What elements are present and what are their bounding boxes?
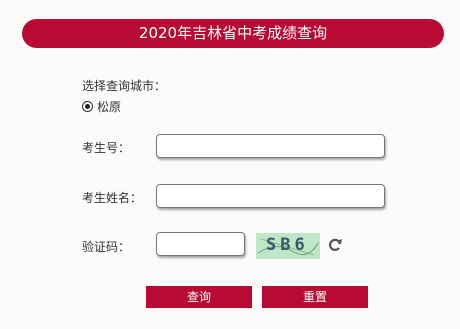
reset-button[interactable]: 重置 xyxy=(262,286,368,308)
radio-selected-icon[interactable] xyxy=(82,100,93,112)
student-name-input[interactable] xyxy=(156,184,385,208)
captcha-image[interactable]: SB6 xyxy=(256,233,320,259)
exam-number-input[interactable] xyxy=(156,134,385,158)
refresh-icon[interactable] xyxy=(326,236,344,254)
captcha-label: 验证码： xyxy=(82,240,131,254)
captcha-text: SB6 xyxy=(266,235,309,255)
student-name-label: 考生姓名： xyxy=(82,191,143,205)
page-title: 2020年吉林省中考成绩查询 xyxy=(22,19,444,48)
refresh-icon-svg xyxy=(328,238,342,251)
city-option-label: 松原 xyxy=(97,99,122,114)
city-option-songyuan[interactable]: 松原 xyxy=(82,98,121,114)
query-button[interactable]: 查询 xyxy=(146,286,252,308)
exam-number-label: 考生号： xyxy=(82,141,131,155)
captcha-input[interactable] xyxy=(156,232,245,256)
city-select-label: 选择查询城市： xyxy=(82,79,167,93)
